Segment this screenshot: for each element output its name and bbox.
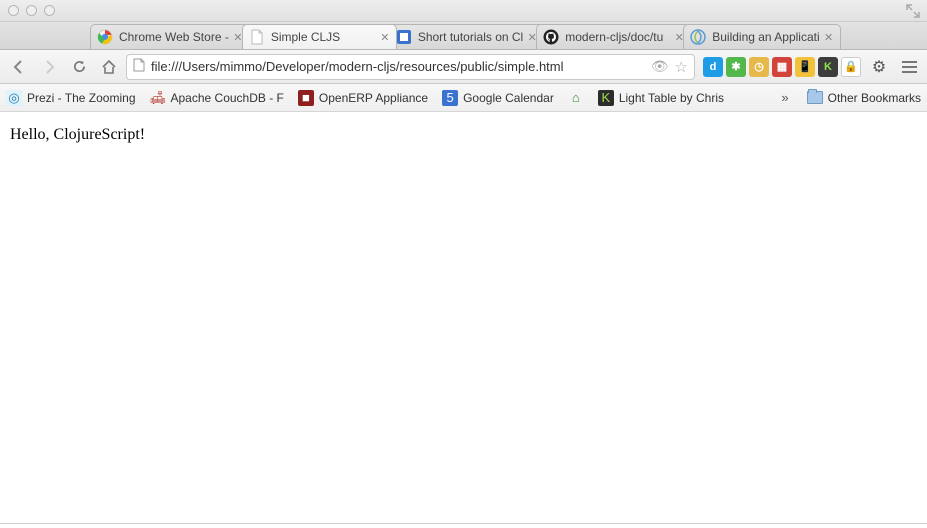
- extension-buffer-icon[interactable]: 📱: [795, 57, 815, 77]
- bookmark-label: Google Calendar: [463, 91, 554, 105]
- tab-0[interactable]: Chrome Web Store - ✕: [90, 24, 250, 49]
- bookmarks-bar: ◎ Prezi - The Zooming 🛋 Apache CouchDB - F ■…: [0, 84, 927, 112]
- bookmark-item-3[interactable]: 5 Google Calendar: [442, 90, 554, 106]
- bookmark-item-2[interactable]: ■ OpenERP Appliance: [298, 90, 428, 106]
- extension-speakerdeck-icon[interactable]: ▦: [772, 57, 792, 77]
- bookmark-icon: ◎: [6, 90, 22, 106]
- bookmark-item-0[interactable]: ◎ Prezi - The Zooming: [6, 90, 136, 106]
- home-button[interactable]: [96, 54, 122, 80]
- bookmark-item-1[interactable]: 🛋 Apache CouchDB - F: [150, 90, 284, 106]
- tab-label: Chrome Web Store -: [119, 30, 229, 44]
- folder-icon: [807, 91, 823, 104]
- bookmark-icon: ⌂: [568, 90, 584, 106]
- bookmark-label: Apache CouchDB - F: [171, 91, 284, 105]
- github-icon: [543, 29, 559, 45]
- address-bar[interactable]: file:///Users/mimmo/Developer/modern-clj…: [126, 54, 695, 80]
- tab-2[interactable]: Short tutorials on Cl✕: [389, 24, 544, 49]
- back-button[interactable]: [6, 54, 32, 80]
- menu-button[interactable]: [897, 55, 921, 79]
- settings-gear-icon[interactable]: ⚙: [867, 55, 891, 79]
- tab-label: Short tutorials on Cl: [418, 30, 523, 44]
- bookmark-item-5[interactable]: K Light Table by Chris: [598, 90, 724, 106]
- window-controls: [8, 5, 55, 16]
- tab-strip: Chrome Web Store - ✕Simple CLJS✕Short tu…: [0, 22, 927, 50]
- bookmark-label: Light Table by Chris: [619, 91, 724, 105]
- app-icon: [396, 29, 412, 45]
- close-window-button[interactable]: [8, 5, 19, 16]
- extension-adblock-icon[interactable]: 🔒: [841, 57, 861, 77]
- bookmarks-overflow-icon[interactable]: »: [781, 90, 788, 105]
- page-heading: Hello, ClojureScript!: [10, 126, 917, 144]
- extension-evernote-icon[interactable]: ✱: [726, 57, 746, 77]
- other-bookmarks-label: Other Bookmarks: [828, 91, 921, 105]
- tab-label: Building an Applicati: [712, 30, 819, 44]
- zoom-window-button[interactable]: [44, 5, 55, 16]
- reader-icon[interactable]: 👁: [651, 58, 669, 75]
- bookmark-icon: ■: [298, 90, 314, 106]
- tab-label: Simple CLJS: [271, 30, 376, 44]
- bookmark-icon: K: [598, 90, 614, 106]
- window-titlebar: [0, 0, 927, 22]
- fullscreen-icon[interactable]: [905, 3, 921, 19]
- bookmark-icon: 🛋: [150, 90, 166, 106]
- close-icon[interactable]: ✕: [824, 31, 834, 44]
- tab-1[interactable]: Simple CLJS ✕: [242, 24, 397, 49]
- extension-icons: d✱◷▦📱K🔒: [703, 57, 861, 77]
- extension-xkit-icon[interactable]: K: [818, 57, 838, 77]
- close-icon[interactable]: ✕: [380, 31, 390, 44]
- minimize-window-button[interactable]: [26, 5, 37, 16]
- tab-3[interactable]: modern-cljs/doc/tu✕: [536, 24, 691, 49]
- bookmark-label: OpenERP Appliance: [319, 91, 428, 105]
- extension-pocket-icon[interactable]: ◷: [749, 57, 769, 77]
- url-text: file:///Users/mimmo/Developer/modern-clj…: [151, 59, 645, 74]
- file-protocol-icon: [133, 58, 145, 75]
- reload-button[interactable]: [66, 54, 92, 80]
- chrome-icon: [97, 29, 113, 45]
- bookmark-item-4[interactable]: ⌂: [568, 90, 584, 106]
- forward-button[interactable]: [36, 54, 62, 80]
- bookmark-star-icon[interactable]: ☆: [675, 58, 688, 76]
- bookmark-icon: 5: [442, 90, 458, 106]
- tab-label: modern-cljs/doc/tu: [565, 30, 670, 44]
- bookmark-label: Prezi - The Zooming: [27, 91, 136, 105]
- page-content: Hello, ClojureScript!: [0, 112, 927, 158]
- file-icon: [249, 29, 265, 45]
- extension-diigo-icon[interactable]: d: [703, 57, 723, 77]
- cljs-icon: [690, 29, 706, 45]
- toolbar: file:///Users/mimmo/Developer/modern-clj…: [0, 50, 927, 84]
- tab-4[interactable]: Building an Applicati ✕: [683, 24, 840, 49]
- other-bookmarks-folder[interactable]: Other Bookmarks: [807, 91, 921, 105]
- window-footer-divider: [0, 523, 927, 524]
